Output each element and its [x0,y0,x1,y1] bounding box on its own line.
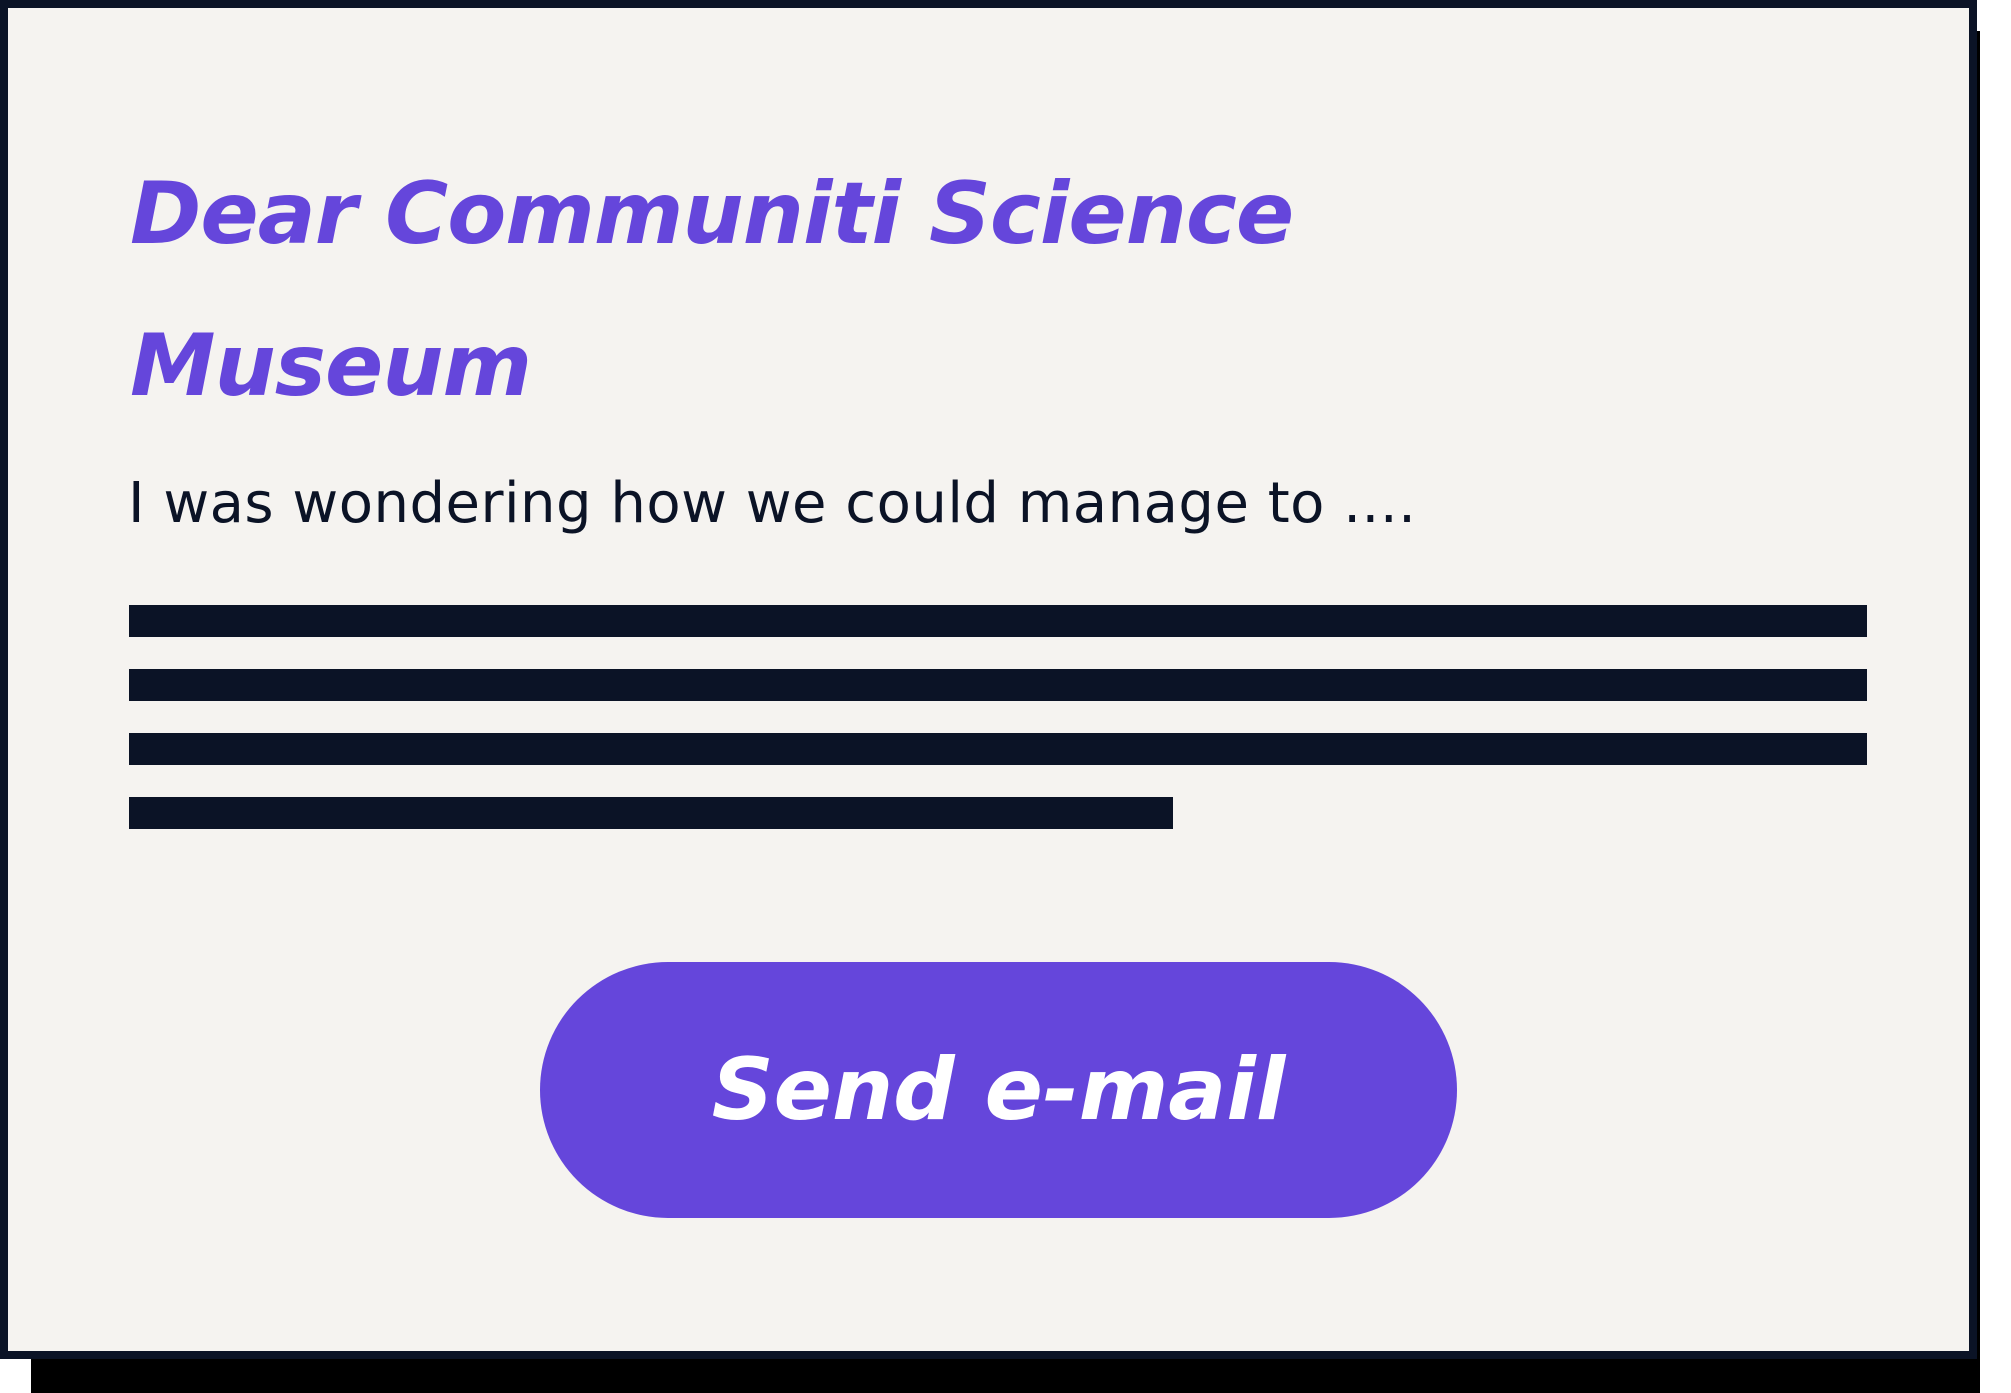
body-placeholder-line [129,605,1867,637]
email-card: Dear Communiti Science Museum I was wond… [0,0,1977,1359]
send-email-button[interactable]: Send e-mail [540,962,1457,1218]
body-placeholder-line [129,733,1867,765]
email-intro-text: I was wondering how we could manage to .… [128,471,1417,536]
email-heading: Dear Communiti Science Museum [130,164,1294,416]
body-placeholder-line [129,797,1173,829]
body-placeholder-line [129,669,1867,701]
